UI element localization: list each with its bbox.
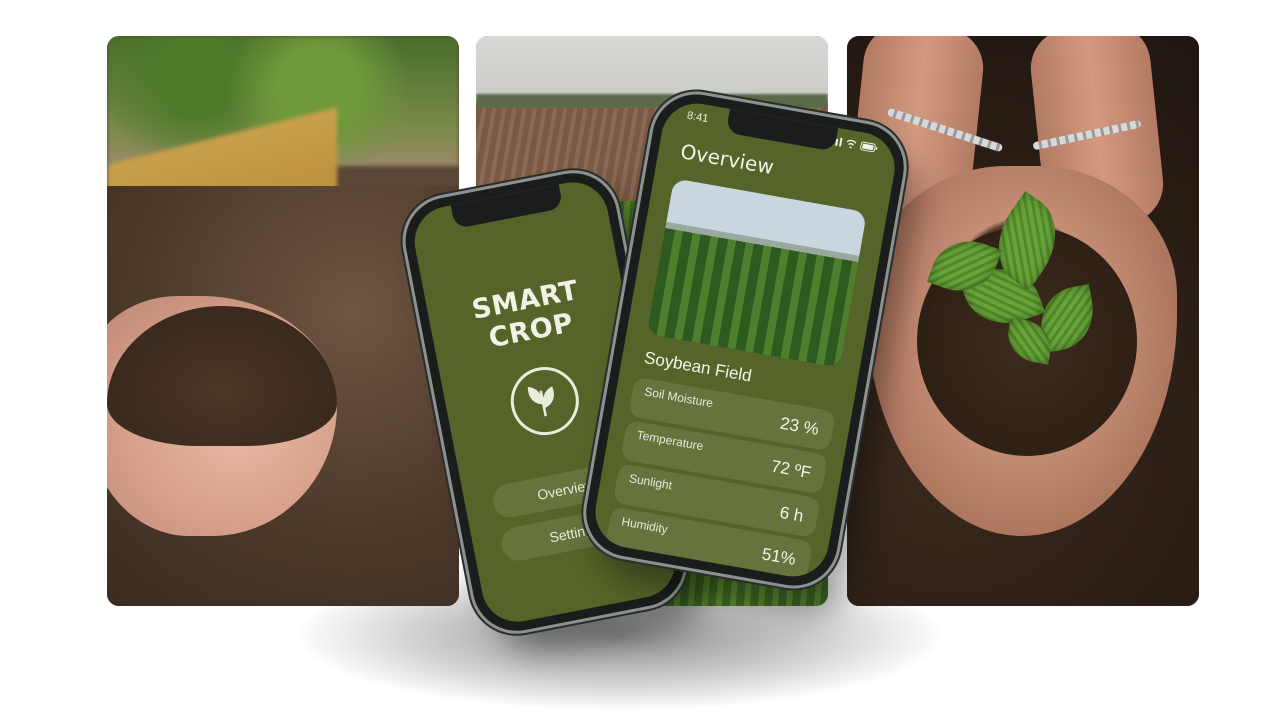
metric-value: 23 % bbox=[778, 413, 821, 439]
metric-value: 51% bbox=[760, 544, 798, 569]
app-brand-title: SMART CROP bbox=[469, 274, 582, 355]
wifi-icon bbox=[846, 139, 857, 149]
screen-title: Overview bbox=[678, 139, 776, 180]
metric-label: Soil Moisture bbox=[643, 384, 715, 411]
status-time: 8:41 bbox=[686, 109, 710, 126]
metric-label: Sunlight bbox=[628, 471, 674, 493]
battery-icon bbox=[860, 141, 878, 153]
metric-value: 72 ºF bbox=[769, 456, 813, 483]
crop-field-image bbox=[646, 178, 868, 368]
leaf-icon bbox=[504, 361, 585, 441]
metric-value: 6 h bbox=[778, 502, 805, 526]
phone-notch bbox=[450, 184, 564, 229]
metric-label: Temperature bbox=[635, 427, 705, 454]
seedling-in-hands-photo bbox=[847, 36, 1199, 606]
metric-label: Humidity bbox=[620, 514, 669, 537]
marketing-scene: SMART CROP Overview Settings 8:41 Overvi… bbox=[0, 0, 1280, 720]
soil-in-hand-photo bbox=[107, 36, 459, 606]
phone-notch bbox=[725, 108, 839, 152]
